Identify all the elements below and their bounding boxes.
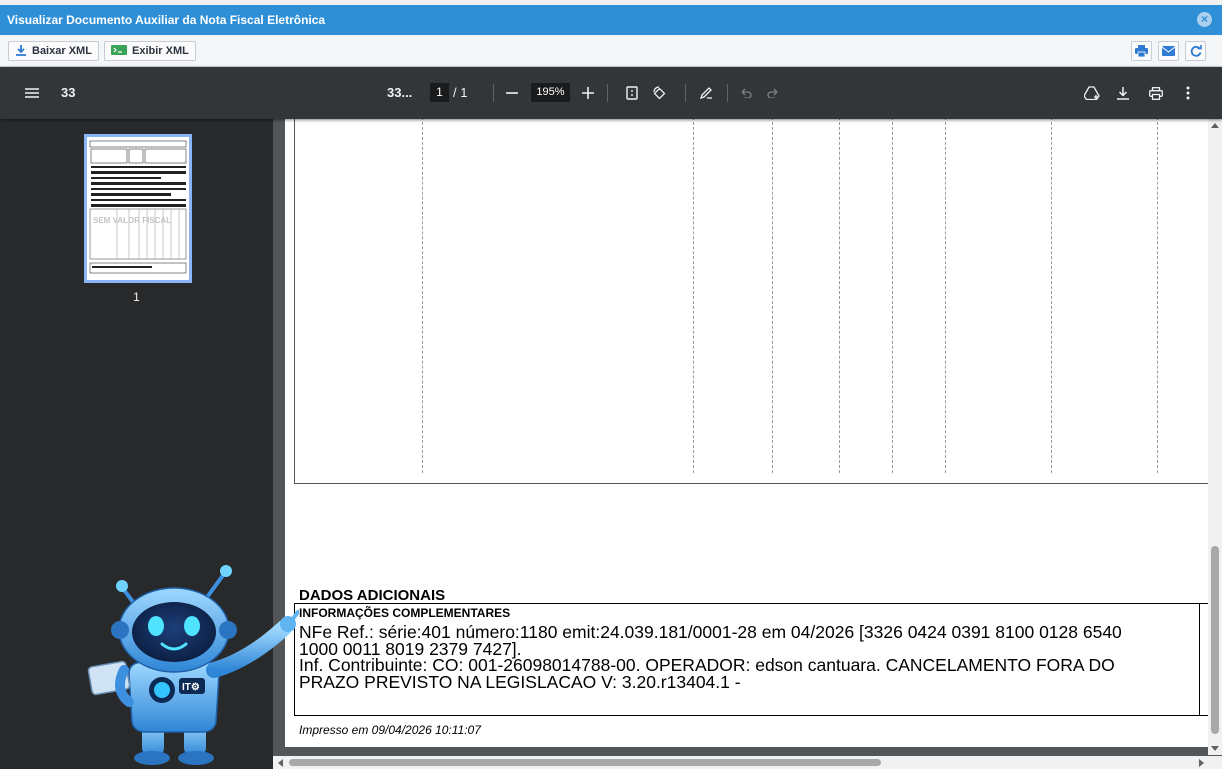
scroll-up-icon[interactable] bbox=[1211, 123, 1219, 128]
vertical-scrollbar[interactable] bbox=[1208, 119, 1222, 755]
screen: Visualizar Documento Auxiliar da Nota Fi… bbox=[0, 0, 1222, 769]
redo-icon[interactable] bbox=[761, 81, 785, 105]
vertical-scroll-thumb[interactable] bbox=[1211, 546, 1219, 734]
modal-toolbar: Baixar XML Exibir XML bbox=[0, 35, 1222, 67]
section-title: DADOS ADICIONAIS bbox=[299, 587, 446, 604]
pdf-toolbar: 33 33... 1 / 1 195% bbox=[0, 67, 1222, 119]
pdf-page: DADOS ADICIONAIS INFORMAÇÕES COMPLEMENTA… bbox=[285, 119, 1210, 747]
close-icon[interactable]: × bbox=[1197, 12, 1212, 27]
table-column-divider bbox=[839, 119, 840, 473]
printer-icon bbox=[1135, 45, 1148, 57]
page-thumbnail[interactable]: SEM VALOR FISCAL bbox=[84, 134, 192, 283]
pdf-title-short: 33... bbox=[387, 85, 413, 100]
thumbnail-watermark: SEM VALOR FISCAL bbox=[93, 216, 172, 225]
modal-title: Visualizar Documento Auxiliar da Nota Fi… bbox=[7, 13, 326, 27]
table-column-divider bbox=[1157, 119, 1158, 473]
download-xml-button[interactable]: Baixar XML bbox=[8, 41, 99, 61]
printed-at: Impresso em 09/04/2026 10:11:07 bbox=[299, 723, 481, 737]
scroll-right-icon[interactable] bbox=[1199, 759, 1204, 767]
download-icon bbox=[15, 44, 27, 59]
zoom-input[interactable]: 195% bbox=[531, 83, 570, 102]
table-column-divider bbox=[1051, 119, 1052, 473]
pdf-content-area: DADOS ADICIONAIS INFORMAÇÕES COMPLEMENTA… bbox=[273, 119, 1222, 769]
table-column-divider bbox=[945, 119, 946, 473]
download-xml-label: Baixar XML bbox=[32, 45, 92, 57]
page-number-input[interactable]: 1 bbox=[430, 83, 449, 102]
undo-icon[interactable] bbox=[734, 81, 758, 105]
zoom-in-icon[interactable] bbox=[576, 81, 600, 105]
complementary-info-label: INFORMAÇÕES COMPLEMENTARES bbox=[299, 606, 511, 620]
email-button[interactable] bbox=[1158, 41, 1179, 61]
separator bbox=[607, 84, 608, 102]
refresh-icon bbox=[1190, 45, 1202, 57]
rotate-icon[interactable] bbox=[647, 81, 671, 105]
horizontal-scroll-thumb[interactable] bbox=[289, 759, 881, 766]
zoom-out-icon[interactable] bbox=[500, 81, 524, 105]
complementary-info-text: NFe Ref.: série:401 número:1180 emit:24.… bbox=[299, 624, 1194, 690]
pdf-document-title: 33 bbox=[61, 85, 76, 100]
table-column-divider bbox=[693, 119, 694, 473]
mail-icon bbox=[1162, 46, 1175, 56]
separator bbox=[493, 84, 494, 102]
print-icon[interactable] bbox=[1144, 81, 1168, 105]
horizontal-scrollbar[interactable] bbox=[273, 756, 1222, 769]
complementary-info-box: INFORMAÇÕES COMPLEMENTARES NFe Ref.: sér… bbox=[294, 603, 1200, 716]
table-column-divider bbox=[892, 119, 893, 473]
assistant-robot-mascot[interactable]: IT⚙ bbox=[84, 562, 300, 767]
more-options-icon[interactable] bbox=[1176, 81, 1200, 105]
modal-titlebar: Visualizar Documento Auxiliar da Nota Fi… bbox=[0, 5, 1222, 35]
separator bbox=[727, 84, 728, 102]
table-column-divider bbox=[422, 119, 423, 473]
svg-text:IT⚙: IT⚙ bbox=[182, 682, 200, 693]
menu-icon[interactable] bbox=[20, 81, 44, 105]
download-icon[interactable] bbox=[1111, 81, 1135, 105]
table-column-divider bbox=[772, 119, 773, 473]
fit-page-icon[interactable] bbox=[620, 81, 644, 105]
thumbnail-page-number: 1 bbox=[133, 290, 140, 304]
separator bbox=[685, 84, 686, 102]
scroll-down-icon[interactable] bbox=[1211, 746, 1219, 751]
draw-icon[interactable] bbox=[694, 81, 718, 105]
xml-file-icon bbox=[111, 44, 127, 59]
info-line: PRAZO PREVISTO NA LEGISLACAO V: 3.20.r13… bbox=[299, 671, 741, 692]
items-table-area bbox=[294, 119, 1210, 484]
print-button[interactable] bbox=[1131, 41, 1152, 61]
page-count: / 1 bbox=[453, 85, 468, 100]
save-to-drive-icon[interactable] bbox=[1080, 81, 1104, 105]
thumbnail-preview bbox=[89, 140, 187, 274]
view-xml-button[interactable]: Exibir XML bbox=[104, 41, 196, 61]
view-xml-label: Exibir XML bbox=[132, 45, 189, 57]
refresh-button[interactable] bbox=[1185, 41, 1206, 61]
